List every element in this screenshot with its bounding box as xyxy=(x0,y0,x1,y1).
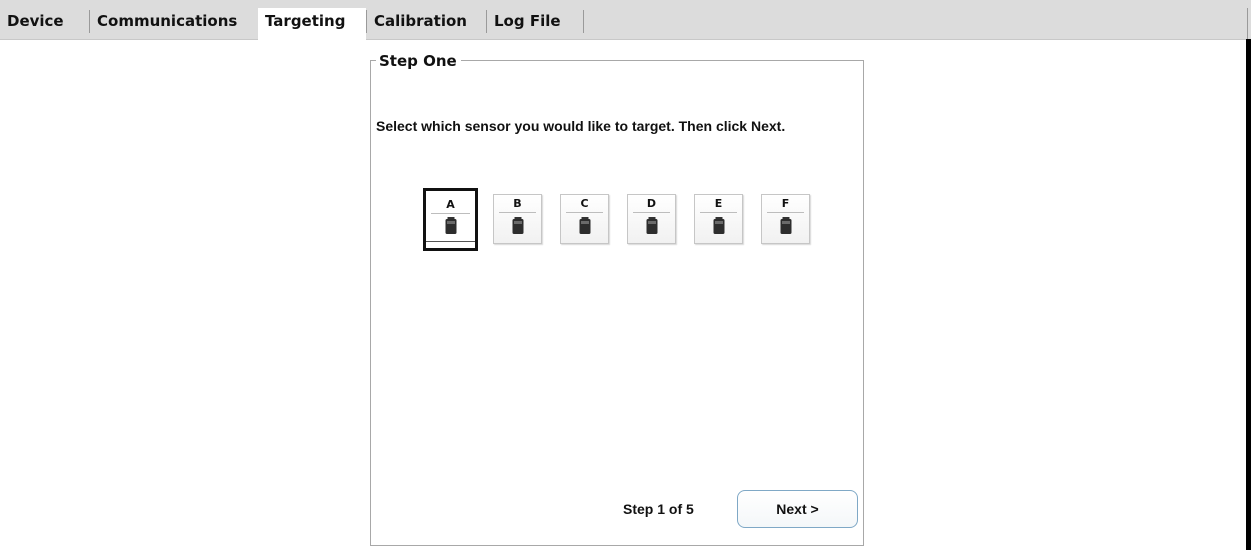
sensor-device-icon xyxy=(646,217,657,234)
sensor-device-icon xyxy=(579,217,590,234)
tab-label: Calibration xyxy=(374,12,467,30)
sensor-button-a[interactable]: A xyxy=(423,188,478,251)
sensor-device-icon xyxy=(780,217,791,234)
sensor-label: C xyxy=(580,197,589,210)
sensor-device-icon xyxy=(713,217,724,234)
sensor-label: A xyxy=(446,198,455,211)
sensor-label: B xyxy=(513,197,522,210)
sensor-label: F xyxy=(781,197,790,210)
step-title: Step One xyxy=(376,51,461,71)
sensor-device-icon xyxy=(512,217,523,234)
tab-log-file[interactable]: Log File xyxy=(487,8,583,40)
tab-label: Communications xyxy=(97,12,238,30)
sensor-button-f[interactable]: F xyxy=(761,194,810,244)
sensor-divider xyxy=(700,212,737,213)
sensor-button-b[interactable]: B xyxy=(493,194,542,244)
next-button[interactable]: Next > xyxy=(737,490,858,528)
sensor-divider xyxy=(633,212,670,213)
sensor-divider xyxy=(499,212,536,213)
tabbar-edge xyxy=(1247,8,1248,39)
tab-bar: Device Communications Targeting Calibrat… xyxy=(0,0,1251,40)
tab-targeting[interactable]: Targeting xyxy=(258,8,366,40)
tab-label: Targeting xyxy=(265,12,346,30)
sensor-button-e[interactable]: E xyxy=(694,194,743,244)
instructions-text: Select which sensor you would like to ta… xyxy=(376,118,786,134)
sensor-button-c[interactable]: C xyxy=(560,194,609,244)
window-frame-edge xyxy=(1246,39,1251,550)
sensor-divider xyxy=(767,212,804,213)
sensor-label: E xyxy=(714,197,723,210)
step-counter: Step 1 of 5 xyxy=(623,501,694,517)
sensor-underline xyxy=(426,241,475,242)
sensor-device-icon xyxy=(445,217,456,234)
tab-device[interactable]: Device xyxy=(0,8,89,40)
sensor-divider xyxy=(566,212,603,213)
sensor-label: D xyxy=(646,197,657,210)
tab-communications[interactable]: Communications xyxy=(90,8,258,40)
tab-label: Device xyxy=(7,12,64,30)
tab-label: Log File xyxy=(494,12,561,30)
sensor-divider xyxy=(431,213,470,214)
tab-separator xyxy=(583,10,584,33)
sensor-button-d[interactable]: D xyxy=(627,194,676,244)
tab-calibration[interactable]: Calibration xyxy=(367,8,486,40)
